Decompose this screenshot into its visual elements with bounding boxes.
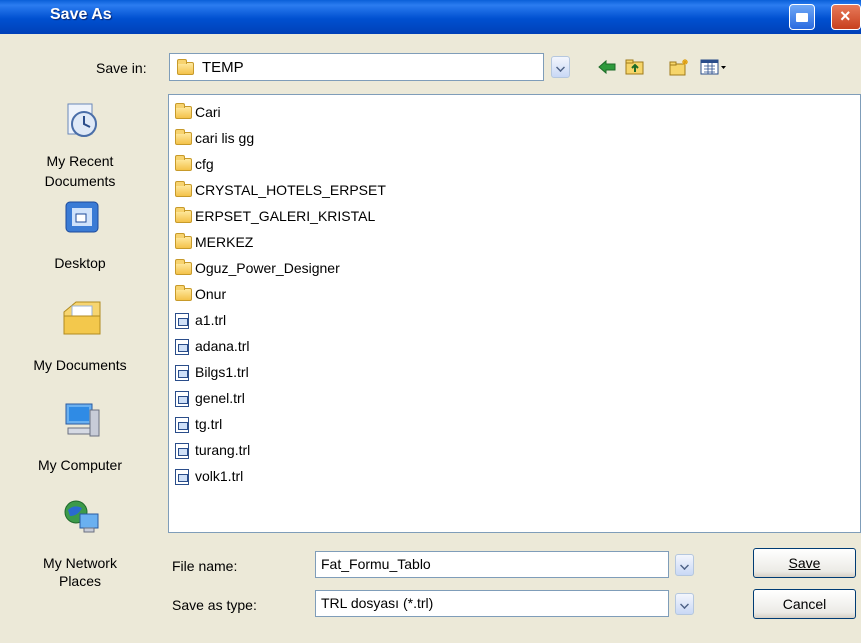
place-label: Desktop xyxy=(54,255,106,271)
file-name-input[interactable]: Fat_Formu_Tablo xyxy=(315,551,669,578)
place-my-computer[interactable]: My Computer xyxy=(0,400,160,480)
chevron-down-icon xyxy=(556,63,565,72)
network-places-icon xyxy=(64,500,99,533)
up-folder-icon[interactable] xyxy=(625,58,645,76)
save-as-type-dropdown-button[interactable] xyxy=(675,593,694,615)
folder-icon xyxy=(177,59,194,75)
place-label: My Network xyxy=(43,555,117,571)
folder-icon xyxy=(175,155,192,171)
desktop-icon xyxy=(65,201,99,233)
folder-icon xyxy=(175,259,192,275)
save-button[interactable]: Save xyxy=(753,548,856,578)
folder-icon xyxy=(175,103,192,119)
chevron-down-icon xyxy=(680,600,689,609)
save-as-dialog: Save As × Save in: TEMP My Recent Docume… xyxy=(0,0,861,643)
place-my-recent-documents[interactable]: My Recent Documents xyxy=(0,94,160,204)
folder-icon xyxy=(175,285,192,301)
close-button[interactable]: × xyxy=(831,4,861,30)
title-bar[interactable]: Save As × xyxy=(0,0,861,34)
place-label: Documents xyxy=(44,173,116,189)
place-label: My Documents xyxy=(33,357,127,373)
trl-file-icon xyxy=(175,391,189,407)
minimize-icon xyxy=(796,13,808,22)
folder-icon xyxy=(175,207,192,223)
trl-file-icon xyxy=(175,339,189,355)
save-button-label: Save xyxy=(788,555,821,571)
cancel-button-label: Cancel xyxy=(782,596,827,612)
file-name-label: File name: xyxy=(172,558,238,574)
trl-file-icon xyxy=(175,443,189,459)
new-folder-icon[interactable] xyxy=(669,58,689,76)
my-documents-icon xyxy=(63,301,101,335)
trl-file-icon xyxy=(175,313,189,329)
file-name-dropdown-button[interactable] xyxy=(675,554,694,576)
cancel-button[interactable]: Cancel xyxy=(753,589,856,619)
back-arrow-icon[interactable] xyxy=(597,58,617,76)
save-in-value: TEMP xyxy=(202,59,244,76)
place-desktop[interactable]: Desktop xyxy=(0,198,160,278)
file-list[interactable]: Cari cari lis gg cfg CRYSTAL_HOTELS_ERPS… xyxy=(168,94,861,533)
folder-icon xyxy=(175,181,192,197)
save-in-dropdown-button[interactable] xyxy=(551,56,570,78)
view-menu-icon[interactable] xyxy=(700,58,728,76)
recent-documents-icon xyxy=(67,103,97,137)
folder-icon xyxy=(175,129,192,145)
folder-icon xyxy=(175,233,192,249)
place-my-network-places[interactable]: My Network Places xyxy=(0,498,160,598)
trl-file-icon xyxy=(175,469,189,485)
save-in-label: Save in: xyxy=(96,60,147,76)
trl-file-icon xyxy=(175,365,189,381)
save-as-type-label: Save as type: xyxy=(172,597,257,613)
place-label: My Recent xyxy=(46,153,114,169)
chevron-down-icon xyxy=(680,561,689,570)
window-title: Save As xyxy=(50,6,112,23)
save-as-type-select[interactable]: TRL dosyası (*.trl) xyxy=(315,590,669,617)
place-label: Places xyxy=(58,573,102,589)
close-icon: × xyxy=(840,6,851,26)
trl-file-icon xyxy=(175,417,189,433)
minimize-button[interactable] xyxy=(789,4,815,30)
save-in-combo[interactable]: TEMP xyxy=(169,53,544,81)
my-computer-icon xyxy=(65,403,100,437)
place-my-documents[interactable]: My Documents xyxy=(0,298,160,378)
place-label: My Computer xyxy=(37,457,123,473)
